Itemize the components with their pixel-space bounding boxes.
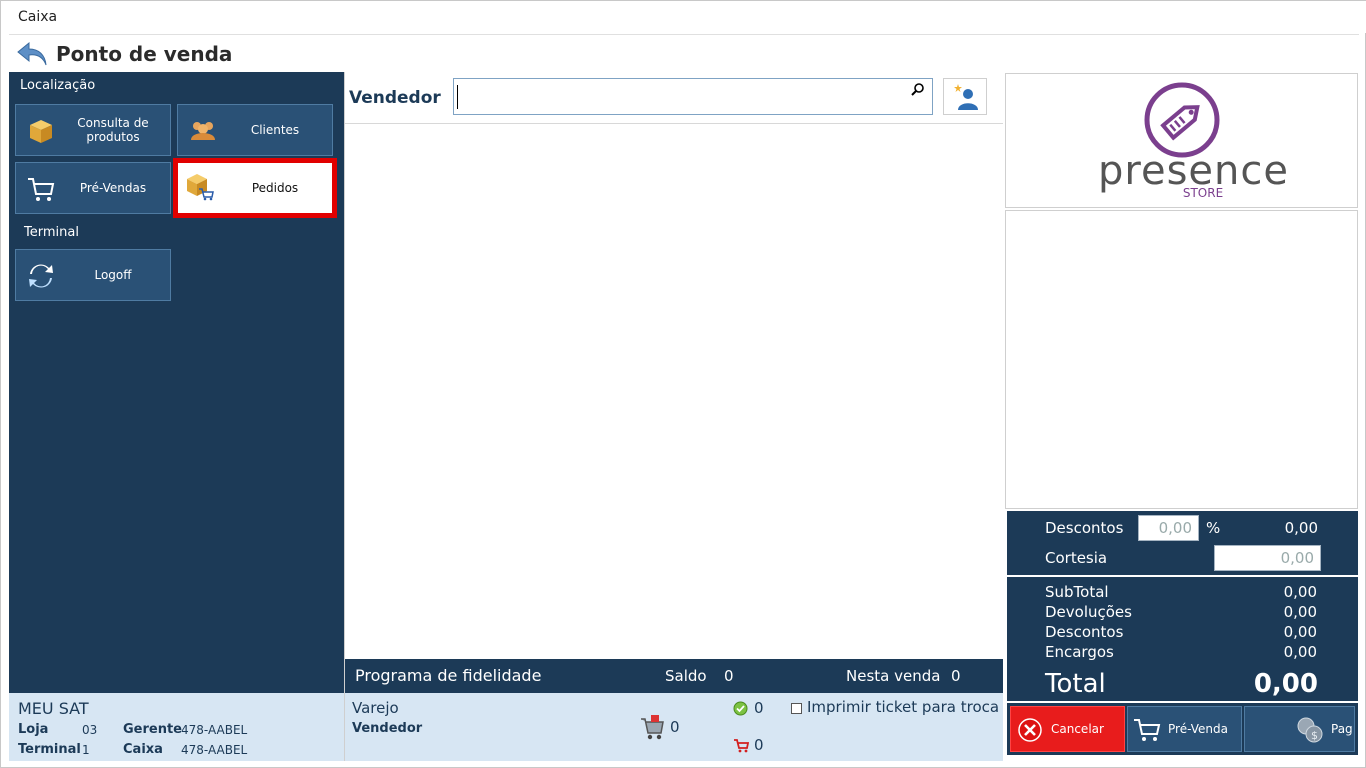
caixa-value: 478-AABEL: [181, 743, 248, 757]
terminal-status: MEU SAT Loja 03 Gerente 478-AABEL Termin…: [9, 693, 344, 761]
logoff-label: Logoff: [94, 268, 132, 282]
vendedor-bar: Vendedor: [345, 72, 1003, 124]
print-ticket-label: Imprimir ticket para troca: [807, 698, 1000, 716]
back-arrow-icon[interactable]: [15, 39, 49, 69]
fidelidade-title: Programa de fidelidade: [355, 666, 542, 685]
discount-box: Descontos % 0,00 Cortesia: [1007, 511, 1358, 575]
vendedor-label: Vendedor: [349, 88, 441, 108]
refresh-icon: [29, 264, 53, 288]
sale-info: Varejo Vendedor 0 0 0 Imprimir ticket pa…: [345, 693, 1003, 761]
totals-box: SubTotal 0,00 Devoluções 0,00 Descontos …: [1007, 577, 1358, 701]
encargos-value: 0,00: [1283, 643, 1317, 661]
subtotal-value: 0,00: [1283, 583, 1317, 601]
ok-count: 0: [754, 699, 764, 717]
pedidos-label: Pedidos: [251, 181, 299, 195]
store-logo: presence STORE: [1005, 73, 1358, 208]
descontos-label: Descontos: [1045, 519, 1124, 537]
vendedor-search-input[interactable]: [453, 78, 933, 115]
cancel-button[interactable]: Cancelar: [1010, 706, 1125, 752]
check-icon: [733, 701, 748, 716]
cart-icon: [28, 178, 55, 201]
shopping-cart-icon: [641, 715, 664, 740]
svg-text:$: $: [1311, 729, 1318, 742]
loja-label: Loja: [18, 722, 49, 737]
nesta-venda-label: Nesta venda: [846, 667, 941, 685]
cortesia-input[interactable]: [1214, 545, 1321, 571]
descontos-percent-input[interactable]: [1138, 515, 1199, 541]
saldo-label: Saldo: [665, 667, 707, 685]
coins-icon: $: [1297, 717, 1323, 743]
title-bar: Caixa: [1, 1, 1366, 33]
encargos-row: Encargos 0,00: [1045, 643, 1317, 661]
sale-vendedor-label: Vendedor: [352, 721, 423, 736]
consulta-produtos-label: Consulta de produtos: [77, 116, 149, 144]
descontos-total-row: Descontos 0,00: [1045, 623, 1317, 641]
add-person-icon: [954, 84, 978, 110]
section-terminal: Terminal: [24, 225, 79, 240]
descontos-value: 0,00: [1284, 519, 1318, 537]
pedidos-button[interactable]: Pedidos: [173, 158, 337, 218]
window-title: Caixa: [18, 9, 58, 25]
logoff-button[interactable]: Logoff: [15, 249, 171, 301]
cart-icon: [1134, 719, 1161, 741]
devolucoes-row: Devoluções 0,00: [1045, 603, 1317, 621]
box-cart-icon: [187, 174, 214, 201]
pre-vendas-label: Pré-Vendas: [79, 181, 147, 195]
sale-items-panel: Vendedor Programa de fidelidade Saldo 0: [344, 72, 1004, 761]
logo-sub: STORE: [1182, 186, 1224, 200]
cancel-icon: [1018, 718, 1042, 742]
total-value: 0,00: [1253, 669, 1318, 699]
cortesia-label: Cortesia: [1045, 549, 1108, 567]
cart-count: 0: [670, 718, 680, 736]
pre-venda-button[interactable]: Pré-Venda: [1127, 706, 1242, 752]
terminal-label: Terminal: [18, 742, 81, 757]
pagamento-label: Pag: [1331, 722, 1353, 736]
loja-value: 03: [82, 723, 98, 737]
fidelidade-bar: Programa de fidelidade Saldo 0 Nesta ven…: [345, 659, 1003, 693]
descontos-total-label: Descontos: [1045, 623, 1124, 641]
nesta-venda-value: 0: [951, 667, 961, 685]
users-icon: [191, 122, 215, 140]
cancel-label: Cancelar: [1051, 722, 1104, 736]
consulta-produtos-button[interactable]: Consulta de produtos: [15, 104, 171, 156]
devolucoes-label: Devoluções: [1045, 603, 1132, 621]
clientes-button[interactable]: Clientes: [177, 104, 333, 156]
text-caret: [457, 85, 458, 109]
cart2-count: 0: [754, 736, 764, 754]
gerente-label: Gerente: [123, 722, 183, 737]
add-vendedor-button[interactable]: [943, 78, 987, 115]
pagamento-button[interactable]: $ Pag: [1244, 706, 1355, 752]
terminal-value: 1: [82, 743, 90, 757]
action-bar: Cancelar Pré-Venda $ Pag: [1007, 703, 1358, 755]
item-preview-area: [1005, 210, 1358, 509]
box-icon: [30, 120, 52, 143]
pre-vendas-button[interactable]: Pré-Vendas: [15, 162, 171, 214]
total-label: Total: [1045, 669, 1106, 699]
subtotal-row: SubTotal 0,00: [1045, 583, 1317, 601]
percent-sign: %: [1206, 519, 1221, 537]
app-window: Caixa Ponto de venda Localização Consult…: [0, 0, 1366, 768]
descontos-total-value: 0,00: [1283, 623, 1317, 641]
section-localizacao: Localização: [20, 78, 96, 93]
devolucoes-value: 0,00: [1283, 603, 1317, 621]
saldo-value: 0: [724, 667, 734, 685]
subtotal-label: SubTotal: [1045, 583, 1109, 601]
sale-type: Varejo: [352, 699, 399, 717]
clientes-label: Clientes: [250, 123, 300, 137]
print-ticket-checkbox[interactable]: [791, 703, 802, 714]
red-cart-icon: [734, 739, 749, 753]
sat-label: MEU SAT: [18, 699, 89, 718]
encargos-label: Encargos: [1045, 643, 1114, 661]
gerente-value: 478-AABEL: [181, 723, 248, 737]
pre-venda-label: Pré-Venda: [1168, 722, 1228, 736]
page-header: Ponto de venda: [9, 34, 1359, 72]
caixa-label: Caixa: [123, 742, 163, 757]
sidebar: Localização Consulta de produtos Cliente…: [9, 72, 344, 693]
search-icon[interactable]: [910, 82, 926, 98]
page-title: Ponto de venda: [56, 42, 233, 66]
totals-panel: presence STORE Descontos % 0,00 Cortesia…: [1005, 72, 1359, 761]
